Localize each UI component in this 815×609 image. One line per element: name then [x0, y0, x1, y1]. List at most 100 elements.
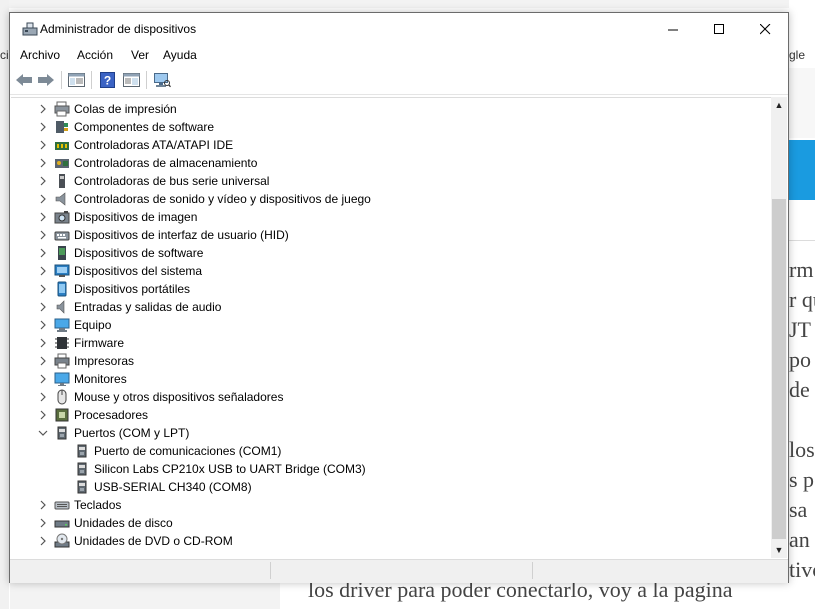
help-button[interactable]: ? — [97, 70, 117, 90]
device-category[interactable]: Teclados — [11, 496, 771, 514]
device-category[interactable]: Controladoras ATA/ATAPI IDE — [11, 136, 771, 154]
device-category[interactable]: Impresoras — [11, 352, 771, 370]
audio-io-icon — [56, 300, 65, 314]
device-category[interactable]: Colas de impresión — [11, 100, 771, 118]
menu-bar: Archivo Acción Ver Ayuda — [10, 45, 788, 65]
computer-icon — [54, 318, 70, 332]
background-right-text: gle — [789, 48, 806, 62]
background-article-line: r qu — [789, 287, 815, 312]
device-item[interactable]: Silicon Labs CP210x USB to UART Bridge (… — [11, 460, 771, 478]
chevron-right-icon[interactable] — [37, 102, 49, 116]
chevron-right-icon[interactable] — [37, 138, 49, 152]
title-bar[interactable]: Administrador de dispositivos — [10, 13, 788, 45]
device-label: Controladoras de sonido y vídeo y dispos… — [74, 192, 371, 206]
chevron-right-icon[interactable] — [37, 390, 49, 404]
scroll-thumb[interactable] — [772, 199, 786, 539]
device-category[interactable]: Dispositivos portátiles — [11, 280, 771, 298]
toolbar-separator — [91, 71, 92, 89]
device-category[interactable]: Equipo — [11, 316, 771, 334]
mouse-icon — [57, 389, 67, 405]
device-category[interactable]: Dispositivos de interfaz de usuario (HID… — [11, 226, 771, 244]
back-icon — [16, 74, 32, 86]
device-label: Procesadores — [74, 408, 149, 422]
device-category[interactable]: Dispositivos del sistema — [11, 262, 771, 280]
chevron-right-icon[interactable] — [37, 120, 49, 134]
background-top-strip — [0, 0, 815, 8]
menu-accion[interactable]: Acción — [77, 48, 113, 62]
scroll-down-button[interactable]: ▼ — [771, 542, 787, 558]
chevron-right-icon[interactable] — [37, 408, 49, 422]
forward-button[interactable] — [36, 70, 56, 90]
window-title: Administrador de dispositivos — [40, 22, 197, 36]
driver-view-button[interactable] — [121, 70, 141, 90]
device-manager-window: Administrador de dispositivos Archivo Ac… — [9, 12, 789, 583]
chevron-right-icon[interactable] — [37, 282, 49, 296]
chevron-right-icon[interactable] — [37, 156, 49, 170]
device-item[interactable]: USB-SERIAL CH340 (COM8) — [11, 478, 771, 496]
background-article-line: rm — [789, 257, 814, 282]
device-category[interactable]: Dispositivos de imagen — [11, 208, 771, 226]
sound-video-icon — [55, 192, 66, 206]
device-label: Impresoras — [74, 354, 135, 368]
device-manager-icon — [22, 22, 38, 36]
device-category[interactable]: Controladoras de bus serie universal — [11, 172, 771, 190]
close-button[interactable] — [742, 13, 788, 45]
device-category[interactable]: Puertos (COM y LPT) — [11, 424, 771, 442]
firmware-icon — [55, 337, 69, 349]
device-label: Controladoras de bus serie universal — [74, 174, 270, 188]
chevron-right-icon[interactable] — [37, 372, 49, 386]
properties-view-button[interactable] — [66, 70, 86, 90]
device-tree[interactable]: Colas de impresión Componentes de softwar… — [11, 97, 771, 559]
back-button[interactable] — [14, 70, 34, 90]
background-article-text: rm r qu JT po de los s p sa an tivo — [789, 255, 815, 585]
background-article-line: sa — [789, 497, 808, 522]
device-label: Componentes de software — [74, 120, 215, 134]
chevron-right-icon[interactable] — [37, 516, 49, 530]
usb-controller-icon — [59, 174, 65, 188]
chevron-right-icon[interactable] — [37, 354, 49, 368]
chevron-right-icon[interactable] — [37, 534, 49, 548]
port-icon — [77, 480, 87, 494]
minimize-button[interactable] — [650, 13, 696, 45]
status-segment — [272, 562, 533, 579]
chevron-right-icon[interactable] — [37, 246, 49, 260]
device-category[interactable]: Controladoras de sonido y vídeo y dispos… — [11, 190, 771, 208]
chevron-right-icon[interactable] — [37, 498, 49, 512]
dvd-drive-icon — [54, 533, 70, 548]
chevron-right-icon[interactable] — [37, 192, 49, 206]
background-article-line — [789, 405, 815, 435]
device-category[interactable]: Unidades de disco — [11, 514, 771, 532]
device-category[interactable]: Monitores — [11, 370, 771, 388]
device-category[interactable]: Entradas y salidas de audio — [11, 298, 771, 316]
device-category[interactable]: Componentes de software — [11, 118, 771, 136]
hid-icon — [54, 231, 70, 241]
scroll-up-button[interactable]: ▲ — [771, 97, 787, 113]
menu-ver[interactable]: Ver — [131, 48, 149, 62]
scan-hardware-button[interactable] — [152, 70, 172, 90]
chevron-right-icon[interactable] — [37, 336, 49, 350]
device-category[interactable]: Unidades de DVD o CD-ROM — [11, 532, 771, 550]
device-category[interactable]: Firmware — [11, 334, 771, 352]
chevron-right-icon[interactable] — [37, 174, 49, 188]
chevron-right-icon[interactable] — [37, 264, 49, 278]
device-category[interactable]: Dispositivos de software — [11, 244, 771, 262]
device-label: Unidades de DVD o CD-ROM — [74, 534, 233, 548]
menu-archivo[interactable]: Archivo — [20, 48, 60, 62]
chevron-right-icon[interactable] — [37, 210, 49, 224]
device-item[interactable]: Puerto de comunicaciones (COM1) — [11, 442, 771, 460]
device-label: Dispositivos de software — [74, 246, 204, 260]
menu-ayuda[interactable]: Ayuda — [163, 48, 197, 62]
chevron-right-icon[interactable] — [37, 228, 49, 242]
chevron-right-icon[interactable] — [37, 318, 49, 332]
background-bottom-left — [10, 583, 280, 609]
chevron-right-icon[interactable] — [37, 300, 49, 314]
device-category[interactable]: Controladoras de almacenamiento — [11, 154, 771, 172]
disk-drive-icon — [54, 520, 70, 528]
svg-text:?: ? — [103, 74, 110, 88]
chevron-down-icon[interactable] — [37, 426, 49, 440]
vertical-scrollbar[interactable]: ▲ ▼ — [771, 97, 787, 558]
device-category[interactable]: Procesadores — [11, 406, 771, 424]
device-category[interactable]: Mouse y otros dispositivos señaladores — [11, 388, 771, 406]
forward-icon — [38, 74, 54, 86]
maximize-button[interactable] — [696, 13, 742, 45]
